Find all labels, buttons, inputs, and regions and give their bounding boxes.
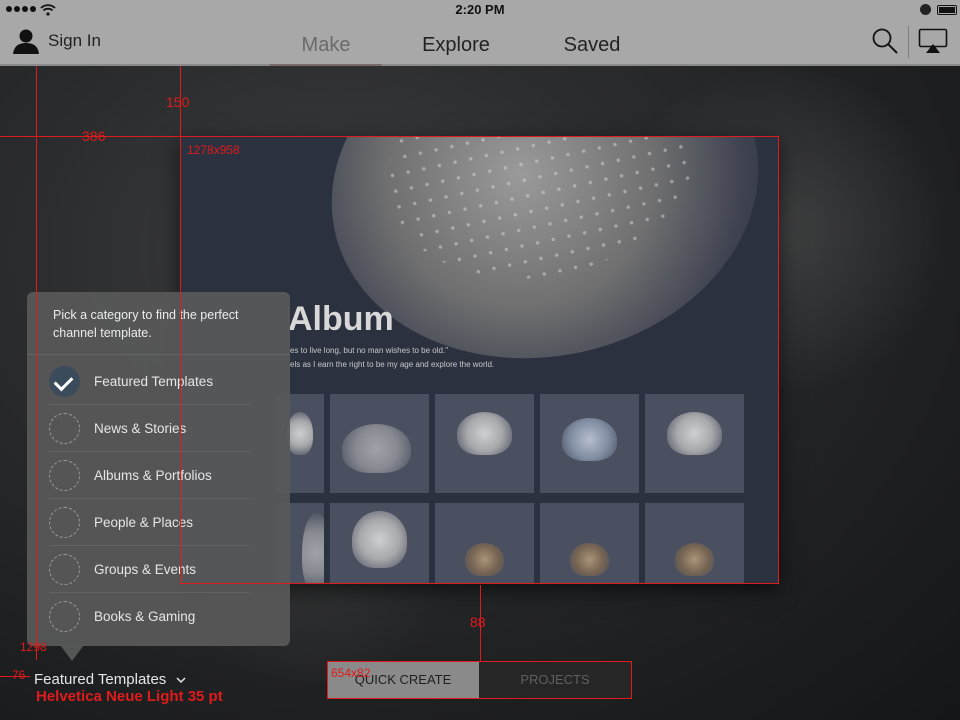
category-label: News & Stories	[94, 421, 187, 436]
category-books-gaming[interactable]: Books & Gaming	[49, 593, 277, 640]
radio-circle-icon	[49, 601, 80, 632]
spec-left-margin: 76	[12, 668, 26, 682]
category-label: People & Places	[94, 515, 194, 530]
spec-left-offset: 386	[82, 128, 106, 144]
search-icon[interactable]	[870, 26, 900, 56]
nav-divider	[908, 26, 909, 58]
spec-line	[36, 66, 37, 660]
category-selector[interactable]: Featured Templates	[34, 671, 188, 688]
top-nav-bar: Sign In Make Explore Saved	[0, 20, 960, 66]
popover-arrow	[60, 645, 84, 661]
spec-gap-below: 88	[470, 614, 486, 630]
preview-spec-box	[180, 136, 779, 584]
nav-tabs: Make Explore Saved	[270, 20, 654, 66]
radio-circle-icon	[49, 507, 80, 538]
spec-top-offset: 150	[166, 94, 190, 110]
tab-make[interactable]: Make	[270, 20, 382, 66]
radio-circle-icon	[49, 554, 80, 585]
spec-popover-bottom: 1298	[20, 640, 47, 654]
category-label: Books & Gaming	[94, 609, 196, 624]
airplay-icon[interactable]	[918, 28, 948, 54]
status-time: 2:20 PM	[455, 2, 505, 17]
radio-circle-icon	[49, 460, 80, 491]
checkmark-icon	[49, 366, 80, 397]
tab-saved[interactable]: Saved	[530, 20, 654, 66]
category-selector-label: Featured Templates	[34, 671, 167, 688]
spec-font-note: Helvetica Neue Light 35 pt	[36, 688, 223, 705]
user-icon	[13, 29, 39, 54]
orientation-lock-icon	[920, 4, 931, 15]
spec-segment-size: 654x82	[331, 666, 371, 680]
tab-explore[interactable]: Explore	[382, 20, 530, 66]
battery-icon	[937, 5, 957, 15]
status-bar: 2:20 PM	[0, 0, 960, 20]
chevron-down-icon	[176, 677, 187, 684]
radio-circle-icon	[49, 413, 80, 444]
spec-preview-size: 1278x958	[187, 143, 240, 157]
sign-in-button[interactable]: Sign In	[12, 28, 101, 54]
sign-in-label: Sign In	[48, 31, 101, 50]
segment-spec-box	[327, 661, 632, 699]
